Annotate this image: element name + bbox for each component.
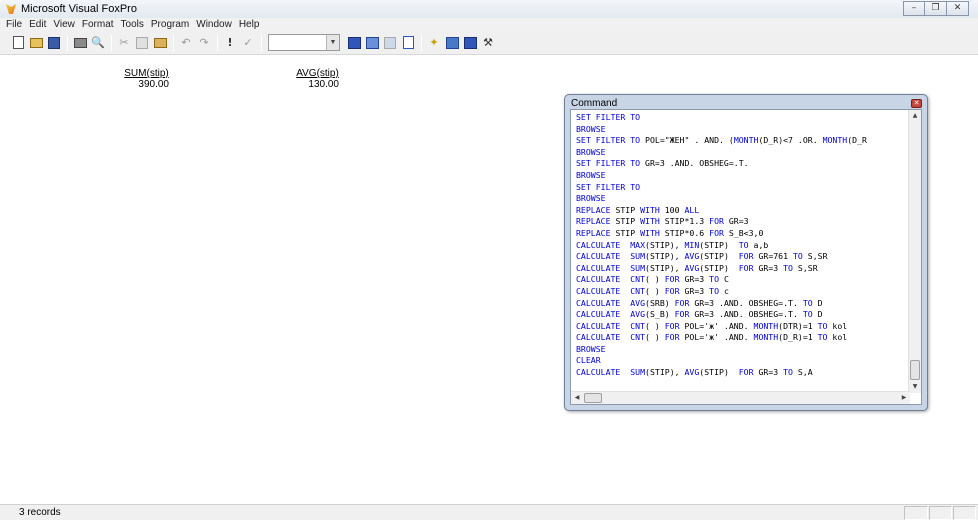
toolbar-separator [217, 34, 218, 51]
status-panel [929, 506, 952, 520]
status-bar: 3 records [0, 504, 978, 520]
window-controls: – ❐ ✕ [903, 1, 969, 16]
scroll-down-icon[interactable]: ▼ [909, 381, 921, 393]
vertical-scrollbar[interactable]: ▲ ▼ [908, 110, 921, 393]
form-designer-icon[interactable] [462, 35, 478, 51]
menu-file[interactable]: File [3, 18, 26, 31]
command-text[interactable]: SET FILTER TO BROWSE SET FILTER TO POL="ЖЕ… [576, 112, 908, 391]
minimize-button[interactable]: – [903, 1, 925, 16]
close-icon[interactable]: ✕ [911, 99, 922, 108]
result-column: AVG(stip) 130.00 [296, 68, 339, 90]
foxpro-app-icon [5, 3, 17, 15]
print-icon[interactable] [72, 35, 88, 51]
horizontal-scrollbar[interactable]: ◀ ▶ [571, 391, 910, 404]
command-line[interactable]: BROWSE [576, 344, 908, 356]
result-label: AVG(stip) [296, 68, 339, 79]
command-line[interactable]: BROWSE [576, 193, 908, 205]
wizard-icon[interactable]: ✦ [426, 35, 442, 51]
new-file-icon[interactable] [10, 35, 26, 51]
command-line[interactable]: SET FILTER TO POL="ЖЕН" . AND. (MONTH(D_… [576, 135, 908, 147]
result-label: SUM(stip) [124, 68, 169, 79]
command-window[interactable]: Command ✕ SET FILTER TO BROWSE SET FILTER … [564, 94, 928, 411]
scroll-thumb[interactable] [910, 360, 920, 380]
menu-edit[interactable]: Edit [26, 18, 50, 31]
command-line[interactable]: CALCULATE SUM(STIP), AVG(STIP) FOR GR=3 … [576, 367, 908, 379]
save-icon[interactable] [46, 35, 62, 51]
command-line[interactable]: BROWSE [576, 124, 908, 136]
scroll-thumb[interactable] [584, 393, 602, 403]
close-window-button[interactable]: ✕ [947, 1, 969, 16]
command-line[interactable]: CALCULATE CNT( ) FOR POL='ж' .AND. MONTH… [576, 321, 908, 333]
command-line[interactable]: REPLACE STIP WITH STIP*1.3 FOR GR=3 [576, 216, 908, 228]
command-line[interactable]: CALCULATE SUM(STIP), AVG(STIP) FOR GR=3 … [576, 263, 908, 275]
menu-format[interactable]: Format [79, 18, 118, 31]
menu-view[interactable]: View [50, 18, 79, 31]
command-line[interactable]: REPLACE STIP WITH 100 ALL [576, 205, 908, 217]
title-bar: Microsoft Visual FoxPro – ❐ ✕ [0, 0, 978, 18]
copy-icon[interactable] [134, 35, 150, 51]
command-window-titlebar[interactable]: Command ✕ [568, 98, 924, 109]
window-title: Microsoft Visual FoxPro [21, 3, 137, 15]
result-value: 130.00 [308, 79, 339, 90]
menu-help[interactable]: Help [236, 18, 264, 31]
command-window-title: Command [571, 98, 618, 109]
report-icon[interactable] [400, 35, 416, 51]
open-folder-icon[interactable] [28, 35, 44, 51]
paste-icon[interactable] [152, 35, 168, 51]
tools-icon[interactable]: ⚒ [480, 35, 496, 51]
result-value: 390.00 [138, 79, 169, 90]
undo-icon[interactable]: ↶ [178, 35, 194, 51]
database-combo[interactable]: ▼ [268, 34, 340, 51]
command-window-icon[interactable] [346, 35, 362, 51]
result-column: SUM(stip) 390.00 [124, 68, 169, 90]
command-line[interactable]: CLEAR [576, 355, 908, 367]
toolbar-separator [261, 34, 262, 51]
menu-bar: File Edit View Format Tools Program Wind… [0, 18, 978, 31]
command-line[interactable]: BROWSE [576, 170, 908, 182]
properties-icon[interactable] [382, 35, 398, 51]
cut-icon[interactable]: ✂ [116, 35, 132, 51]
record-count: 3 records [19, 507, 61, 518]
menu-tools[interactable]: Tools [118, 18, 148, 31]
print-preview-icon[interactable]: 🔍 [90, 35, 106, 51]
toolbar-separator [173, 34, 174, 51]
status-panel [904, 506, 928, 520]
scroll-left-icon[interactable]: ◀ [571, 392, 583, 404]
command-line[interactable]: SET FILTER TO GR=3 .AND. OBSHEG=.T. [576, 158, 908, 170]
standard-toolbar: 🔍 ✂ ↶ ↷ ! ✓ ▼ ✦ ⚒ [0, 31, 978, 55]
toolbar-separator [111, 34, 112, 51]
modify-form-icon[interactable]: ✓ [240, 35, 256, 51]
toolbar-separator [421, 34, 422, 51]
command-line[interactable]: REPLACE STIP WITH STIP*0.6 FOR S_B<3,0 [576, 228, 908, 240]
restore-button[interactable]: ❐ [925, 1, 947, 16]
command-line[interactable]: SET FILTER TO [576, 112, 908, 124]
chevron-down-icon[interactable]: ▼ [326, 35, 339, 50]
menu-program[interactable]: Program [148, 18, 193, 31]
command-line[interactable]: SET FILTER TO [576, 182, 908, 194]
redo-icon[interactable]: ↷ [196, 35, 212, 51]
command-line[interactable]: CALCULATE CNT( ) FOR POL='ж' .AND. MONTH… [576, 332, 908, 344]
scroll-right-icon[interactable]: ▶ [898, 392, 910, 404]
command-line[interactable]: CALCULATE CNT( ) FOR GR=3 TO c [576, 286, 908, 298]
toolbar-separator [67, 34, 68, 51]
command-line[interactable]: CALCULATE MAX(STIP), MIN(STIP) TO a,b [576, 240, 908, 252]
view-window-icon[interactable] [364, 35, 380, 51]
command-line[interactable]: CALCULATE CNT( ) FOR GR=3 TO C [576, 274, 908, 286]
menu-window[interactable]: Window [193, 18, 236, 31]
command-line[interactable]: CALCULATE SUM(STIP), AVG(STIP) FOR GR=76… [576, 251, 908, 263]
status-panel [953, 506, 976, 520]
command-line[interactable]: BROWSE [576, 147, 908, 159]
command-line[interactable]: CALCULATE AVG(S_B) FOR GR=3 .AND. OBSHEG… [576, 309, 908, 321]
scroll-up-icon[interactable]: ▲ [909, 110, 921, 122]
command-line[interactable]: CALCULATE AVG(SRB) FOR GR=3 .AND. OBSHEG… [576, 298, 908, 310]
project-icon[interactable] [444, 35, 460, 51]
command-editor[interactable]: SET FILTER TO BROWSE SET FILTER TO POL="ЖЕ… [570, 109, 922, 405]
run-icon[interactable]: ! [222, 35, 238, 51]
